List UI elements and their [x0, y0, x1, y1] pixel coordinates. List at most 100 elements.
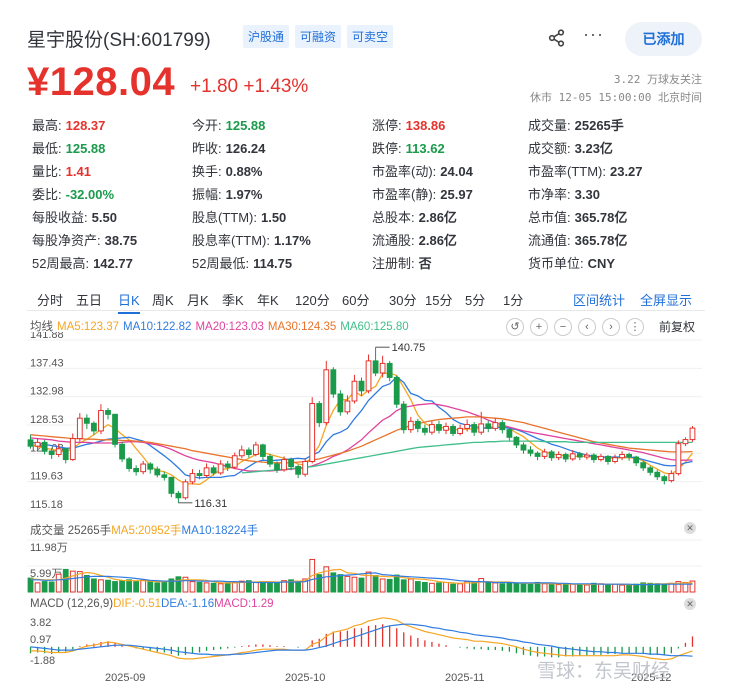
volume-bar — [421, 581, 428, 593]
volume-bar — [41, 581, 48, 593]
candle-body — [654, 471, 661, 478]
candle-body — [562, 453, 569, 460]
quote-label: 昨收: — [192, 141, 222, 156]
volume-bar — [541, 583, 548, 593]
period-tab[interactable]: 分时 — [37, 290, 63, 309]
quote-label: 委比: — [32, 187, 62, 202]
period-tab[interactable]: 日K — [118, 290, 140, 314]
quote-label: 市净率: — [528, 187, 571, 202]
period-tab[interactable]: 120分 — [295, 290, 330, 309]
volume-bar — [379, 578, 386, 593]
tag-short-selling[interactable]: 可卖空 — [347, 25, 394, 48]
candle-body — [400, 403, 407, 431]
close-volume-icon[interactable]: ✕ — [684, 522, 696, 534]
volume-chart[interactable]: 11.98万 5.99万 — [27, 536, 702, 594]
volume-bar — [429, 582, 435, 593]
volume-bar — [210, 582, 217, 593]
quote-label: 市盈率(动): — [372, 164, 437, 179]
quote-value: 1.50 — [260, 210, 287, 225]
legend-item: DIF:-0.51 — [113, 598, 162, 610]
quote-value: 1.17% — [273, 233, 311, 248]
candle-body — [76, 417, 83, 440]
volume-bar — [358, 577, 365, 593]
close-macd-icon[interactable]: ✕ — [684, 598, 696, 610]
period-tab[interactable]: 五日 — [76, 290, 102, 309]
quote-value: 25.97 — [440, 187, 473, 202]
quote-row: 最低: 125.88 昨收: 126.24 跌停: 113.62 成交额: 3.23亿 — [32, 138, 712, 161]
candle-body — [548, 451, 555, 459]
volume-axis-label: 11.98万 — [30, 542, 68, 554]
volume-bar — [344, 575, 351, 593]
volume-bar — [661, 583, 668, 593]
price-change: +1.80 +1.43% — [190, 76, 309, 97]
period-tab[interactable]: 1分 — [503, 290, 523, 309]
period-tab[interactable]: 30分 — [389, 290, 416, 309]
candle-body — [513, 436, 520, 446]
volume-bar — [351, 576, 358, 593]
quote-label: 股息率(TTM): — [192, 233, 270, 248]
volume-bar — [48, 581, 55, 593]
current-price: ¥128.04 — [27, 60, 176, 104]
period-tab[interactable]: 60分 — [342, 290, 369, 309]
volume-bar — [485, 581, 492, 593]
volume-bar — [492, 582, 499, 593]
quote-cell: 振幅: 1.97% — [192, 184, 263, 203]
volume-bar — [506, 581, 513, 593]
candle-body — [365, 360, 372, 392]
candle-body — [98, 410, 104, 432]
kline-chart[interactable]: 141.88137.43132.98128.53124.08119.63115.… — [27, 329, 702, 518]
candle-body — [302, 460, 309, 475]
quote-value: 3.23亿 — [574, 141, 613, 156]
candle-body — [499, 422, 506, 431]
x-axis-label: 2025-11 — [445, 672, 485, 684]
candle-body — [330, 369, 337, 395]
candle-body — [647, 467, 654, 473]
period-tab[interactable]: 月K — [187, 290, 209, 309]
y-axis-label: 137.43 — [30, 357, 64, 369]
quote-cell: 市盈率(静): 25.97 — [372, 184, 473, 203]
volume-bar — [583, 584, 590, 593]
candle-body — [238, 449, 245, 457]
more-icon[interactable]: ··· — [583, 24, 604, 45]
quote-cell: 最低: 125.88 — [32, 138, 105, 157]
candle-body — [147, 463, 154, 470]
candle-body — [69, 438, 76, 461]
quote-label: 量比: — [32, 164, 62, 179]
tag-shanghai-connect[interactable]: 沪股通 — [243, 25, 290, 48]
volume-bar — [154, 582, 161, 593]
quote-cell: 52周最低: 114.75 — [192, 253, 292, 272]
quote-label: 52周最低: — [192, 256, 250, 271]
period-tab[interactable]: 年K — [257, 290, 279, 309]
candle-body — [281, 459, 287, 471]
quote-label: 总股本: — [372, 210, 415, 225]
volume-bar — [478, 578, 485, 593]
y-axis-label: 119.63 — [30, 471, 63, 483]
volume-bar — [576, 584, 583, 593]
range-stats-link[interactable]: 区间统计 — [573, 290, 625, 309]
quote-value: CNY — [587, 256, 616, 271]
candle-body — [436, 424, 442, 431]
quote-value: 125.88 — [65, 141, 106, 156]
period-tab[interactable]: 周K — [152, 290, 174, 309]
period-tab[interactable]: 季K — [222, 290, 244, 309]
y-axis-label: 141.88 — [30, 332, 64, 341]
followers-count[interactable]: 3.22 万球友关注 — [614, 71, 702, 87]
period-tab[interactable]: 5分 — [465, 290, 485, 309]
volume-bar — [400, 579, 407, 593]
added-button[interactable]: 已添加 — [625, 22, 702, 56]
share-icon[interactable] — [547, 28, 567, 48]
tag-margin-financing[interactable]: 可融资 — [295, 25, 342, 48]
period-tab[interactable]: 15分 — [425, 290, 452, 309]
candle-body — [619, 453, 625, 459]
candle-body — [252, 444, 259, 455]
candle-body — [450, 425, 456, 434]
quote-row: 52周最高: 142.77 52周最低: 114.75 注册制: 否 货币单位: CNY — [32, 253, 712, 276]
quote-value: 113.62 — [405, 141, 445, 156]
quote-value: 128.37 — [65, 118, 106, 133]
volume-bar — [34, 582, 41, 593]
candle-body — [210, 467, 217, 474]
quote-label: 股息(TTM): — [192, 210, 257, 225]
y-axis-label: 115.18 — [30, 499, 63, 511]
candle-body — [344, 400, 351, 413]
fullscreen-link[interactable]: 全屏显示 — [640, 290, 692, 309]
